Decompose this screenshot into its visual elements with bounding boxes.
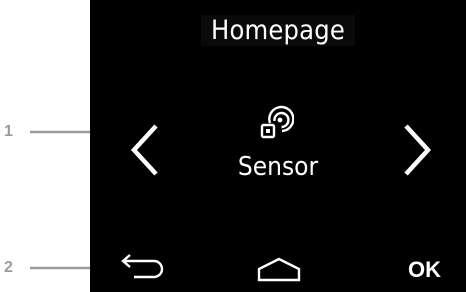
callout-number: 1 (4, 123, 13, 140)
callout-number: 2 (4, 259, 13, 276)
home-icon[interactable] (256, 256, 302, 282)
device-screen: Homepage Sensor OK (90, 0, 466, 292)
back-arrow-icon[interactable] (120, 254, 166, 280)
sensor-icon (260, 105, 294, 139)
ok-button[interactable]: OK (408, 255, 441, 285)
page-title: Homepage (90, 14, 466, 48)
chevron-right-icon[interactable] (396, 120, 436, 180)
